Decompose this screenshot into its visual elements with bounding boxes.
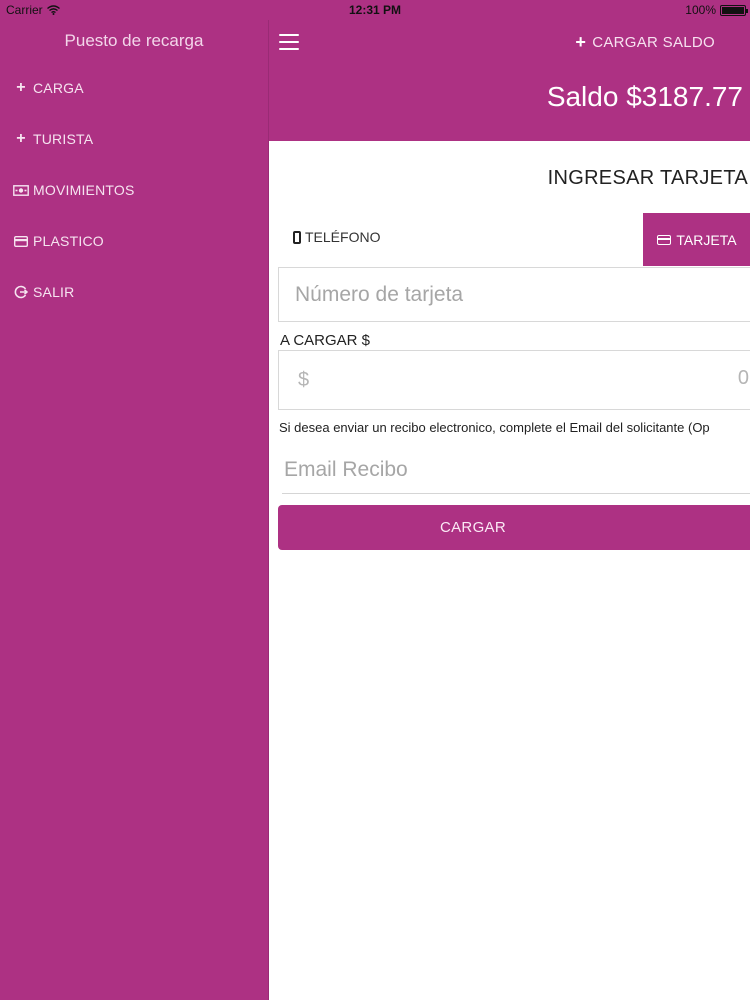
- money-icon: [13, 184, 29, 196]
- card-number-field-wrapper: [278, 267, 750, 322]
- sidebar-item-salir[interactable]: SALIR: [13, 280, 135, 304]
- plus-icon: +: [575, 32, 587, 52]
- battery-percent: 100%: [685, 3, 716, 17]
- balance-display: Saldo $3187.77: [546, 81, 743, 112]
- amount-input[interactable]: $ 0: [278, 350, 750, 410]
- sidebar-item-label: MOVIMIENTOS: [33, 182, 135, 198]
- sidebar-item-turista[interactable]: + TURISTA: [13, 127, 135, 151]
- sidebar-item-carga[interactable]: + CARGA: [13, 76, 135, 100]
- plus-icon: +: [16, 130, 26, 147]
- sidebar-item-label: SALIR: [33, 284, 75, 300]
- email-field-wrapper: [282, 446, 750, 494]
- sidebar: Puesto de recarga + CARGA + TURISTA MOVI…: [0, 0, 268, 1000]
- logout-icon: [13, 285, 29, 299]
- status-bar: Carrier 12:31 PM 100%: [0, 0, 750, 20]
- battery-fill: [722, 6, 744, 14]
- amount-value: 0: [737, 367, 749, 389]
- tab-label: TELÉFONO: [305, 229, 381, 245]
- status-time: 12:31 PM: [348, 3, 402, 17]
- sidebar-title: Puesto de recarga: [64, 31, 204, 50]
- main-panel: + CARGAR SALDO Saldo $3187.77 INGRESAR T…: [268, 0, 750, 1000]
- battery-indicator: 100%: [685, 3, 748, 17]
- battery-icon: [720, 4, 748, 16]
- cargar-saldo-button[interactable]: + CARGAR SALDO: [575, 32, 715, 53]
- sidebar-item-plastico[interactable]: PLASTICO: [13, 229, 135, 253]
- tab-telefono[interactable]: TELÉFONO: [293, 229, 380, 245]
- tab-label: TARJETA: [676, 231, 737, 248]
- plus-icon: +: [16, 79, 26, 96]
- cargar-button[interactable]: CARGAR: [278, 505, 750, 550]
- tab-tarjeta[interactable]: TARJETA: [643, 213, 750, 266]
- sidebar-item-label: TURISTA: [33, 131, 94, 147]
- sidebar-item-label: PLASTICO: [33, 233, 104, 249]
- amount-label: A CARGAR $: [280, 332, 371, 349]
- email-input[interactable]: [282, 446, 750, 493]
- hamburger-icon[interactable]: [279, 34, 299, 50]
- currency-prefix: $: [298, 369, 310, 391]
- sidebar-menu: + CARGA + TURISTA MOVIMIENTOS PLASTICO S…: [13, 76, 135, 331]
- sidebar-item-movimientos[interactable]: MOVIMIENTOS: [13, 178, 135, 202]
- phone-icon: [293, 230, 301, 244]
- credit-card-icon: [13, 235, 29, 247]
- top-bar: + CARGAR SALDO Saldo $3187.77: [269, 0, 750, 141]
- sidebar-item-label: CARGA: [33, 80, 84, 96]
- credit-card-icon: [657, 234, 672, 245]
- receipt-hint: Si desea enviar un recibo electronico, c…: [279, 420, 710, 435]
- cargar-saldo-label: CARGAR SALDO: [592, 34, 715, 51]
- page-title: INGRESAR TARJETA: [547, 167, 748, 189]
- card-number-input[interactable]: [279, 268, 750, 321]
